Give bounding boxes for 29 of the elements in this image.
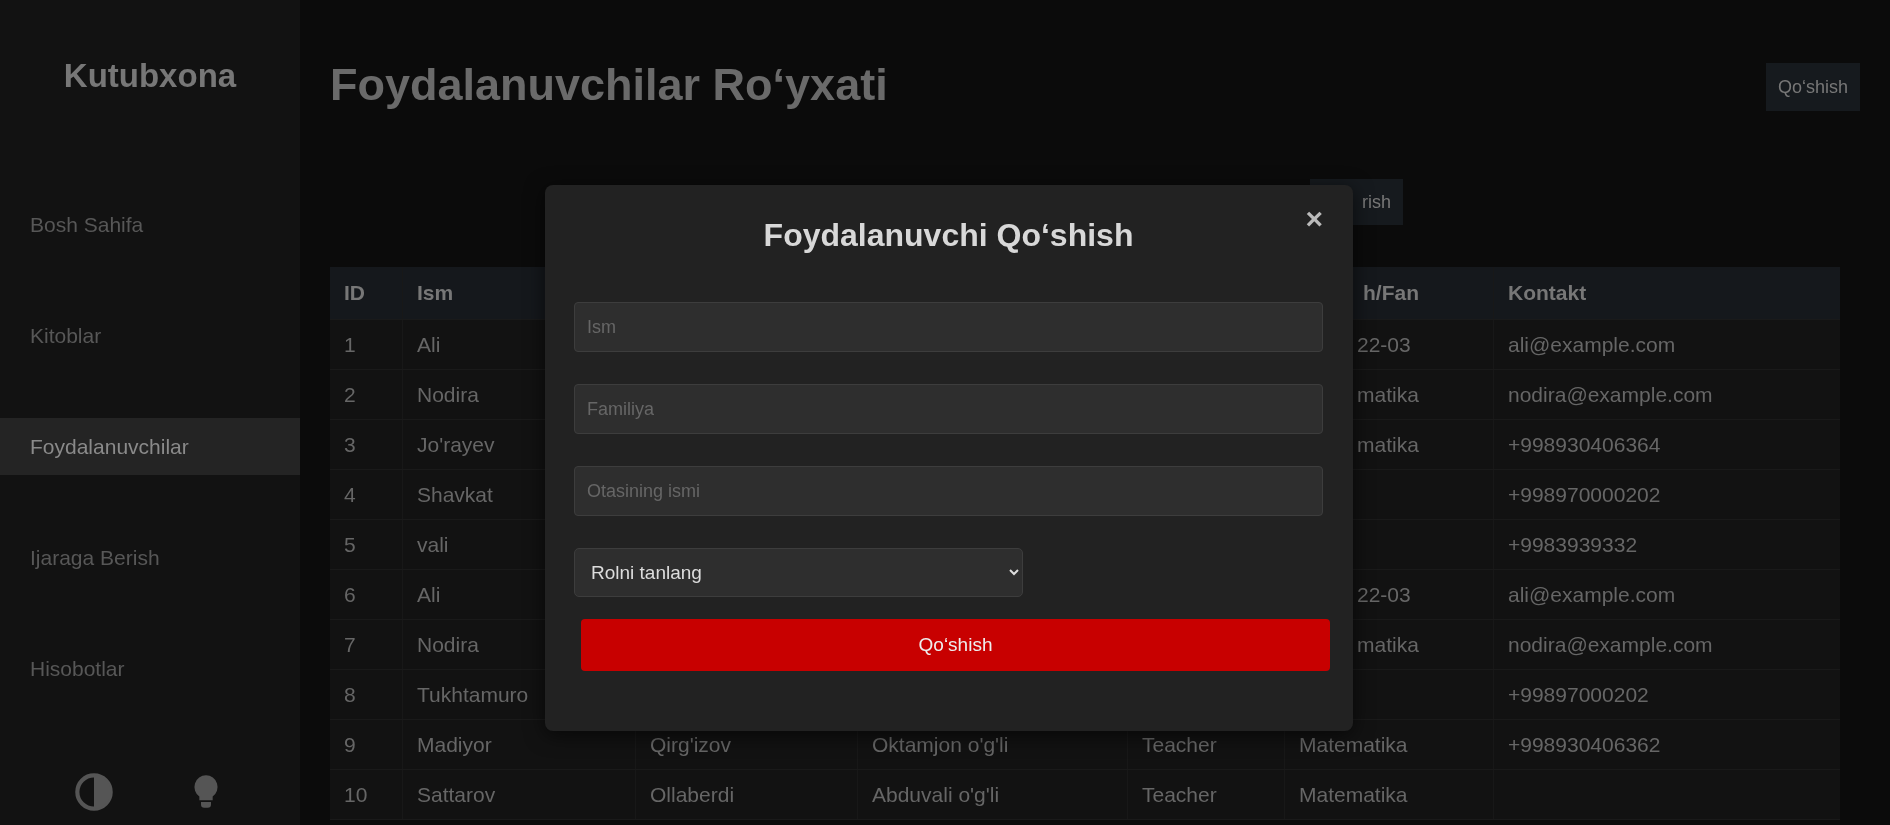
table-cell-text: +998930406362 (1507, 732, 1662, 758)
app-logo: Kutubxona (62, 56, 238, 96)
table-cell: 2 (330, 370, 403, 419)
table-cell-text: +998970000202 (1507, 482, 1662, 508)
column-header: Kontakt (1507, 280, 1588, 306)
table-cell: 9 (330, 720, 403, 769)
table-cell: Matematika (1285, 770, 1494, 819)
table-cell: Ollaberdi (636, 770, 858, 819)
table-cell: Abduvali o'g'li (858, 770, 1128, 819)
table-cell-text: nodira@example.com (1507, 632, 1714, 658)
table-cell: 8 (330, 670, 403, 719)
table-cell: 3 (330, 420, 403, 469)
modal-title: Foydalanuvchi Qo‘shish (763, 216, 1134, 254)
table-cell: 4 (330, 470, 403, 519)
table-cell: 6 (330, 570, 403, 619)
table-cell: 7 (330, 620, 403, 669)
table-cell-text: +998930406364 (1507, 432, 1662, 458)
table-cell: 10 (330, 770, 403, 819)
table-cell: 1 (330, 320, 403, 369)
table-cell: Sattarov (403, 770, 636, 819)
table-cell-text: ali@example.com (1507, 332, 1677, 358)
table-cell: 5 (330, 520, 403, 569)
table-cell-text: ali@example.com (1507, 582, 1677, 608)
table-cell-text: nodira@example.com (1507, 382, 1714, 408)
page-title: Foydalanuvchilar Ro‘yxati (330, 58, 888, 112)
table-cell: Teacher (1128, 770, 1285, 819)
table-cell-text: +99897000202 (1507, 682, 1650, 708)
column-header: ID (330, 267, 403, 319)
table-cell-text: +9983939332 (1507, 532, 1639, 558)
